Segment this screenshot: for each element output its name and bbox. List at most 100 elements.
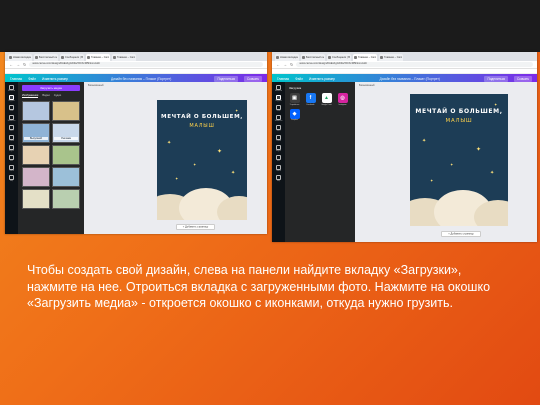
menu-file[interactable]: Файл bbox=[28, 77, 36, 81]
rail-item[interactable]: Элементы bbox=[7, 115, 16, 122]
rail-item[interactable]: Загрузки bbox=[7, 95, 16, 102]
browser-tab[interactable]: Главная – Canva bbox=[86, 54, 110, 61]
poster-design[interactable]: МЕЧТАЙ О БОЛЬШЕМ, МАЛЫШ ✦ ✦ ✦ ✦ ✦ ✦ bbox=[157, 100, 247, 220]
rail-icon bbox=[9, 165, 14, 170]
rail-item[interactable]: Текст bbox=[7, 125, 16, 132]
menu-resize[interactable]: Изменить размер bbox=[309, 77, 335, 81]
rail-item[interactable]: Видео bbox=[274, 145, 283, 152]
rail-item[interactable]: Папки bbox=[274, 165, 283, 172]
back-icon[interactable]: ← bbox=[9, 61, 13, 68]
uploaded-image-thumbnail[interactable] bbox=[22, 101, 50, 121]
uploaded-image-thumbnail[interactable] bbox=[22, 167, 50, 187]
uploaded-image-thumbnail[interactable] bbox=[52, 101, 80, 121]
tab-title: Сообщения | ВКонт… bbox=[65, 56, 83, 59]
menu-home[interactable]: Главная bbox=[277, 77, 289, 81]
poster-design[interactable]: МЕЧТАЙ О БОЛЬШЕМ, МАЛЫШ ✦ ✦ ✦ ✦ ✦ ✦ bbox=[410, 94, 508, 226]
rail-item[interactable]: Фото bbox=[274, 105, 283, 112]
url-field[interactable]: www.canva.com/design/DAEshgGhI4k/XDrXcM5… bbox=[29, 62, 263, 67]
browser-tab[interactable]: Главная – Canva bbox=[379, 54, 403, 61]
tab-audio[interactable]: Аудио bbox=[54, 94, 61, 98]
rail-icon bbox=[276, 125, 281, 130]
rail-item[interactable]: Ещё bbox=[274, 175, 283, 182]
thumbnail-caption: Выпускной bbox=[24, 137, 48, 140]
uploaded-image-thumbnail[interactable] bbox=[52, 189, 80, 209]
favicon-icon bbox=[380, 56, 383, 59]
rail-icon bbox=[9, 135, 14, 140]
browser-tab[interactable]: Бесплатный онлайн… bbox=[34, 54, 58, 61]
rail-item[interactable]: Ещё bbox=[7, 175, 16, 182]
star-icon: ✦ bbox=[167, 140, 172, 146]
tab-video[interactable]: Видео bbox=[42, 94, 50, 98]
uploaded-image-thumbnail[interactable] bbox=[22, 189, 50, 209]
rail-label: Ещё bbox=[276, 180, 281, 182]
back-icon[interactable]: ← bbox=[276, 61, 280, 68]
instruction-caption: Чтобы создать свой дизайн, слева на пане… bbox=[27, 263, 491, 310]
upload-source-facebook[interactable]: f Facebook bbox=[304, 93, 317, 106]
uploaded-image-thumbnail[interactable] bbox=[52, 167, 80, 187]
thumbnail-caption: Реклама bbox=[54, 137, 78, 140]
upload-media-button[interactable]: Загрузить медиа bbox=[22, 85, 80, 91]
add-page-button[interactable]: + Добавить страницу bbox=[84, 223, 267, 230]
source-app-label: Dropbox bbox=[291, 119, 298, 121]
top-dark-band bbox=[0, 0, 540, 52]
rail-item[interactable]: Фон bbox=[274, 155, 283, 162]
rail-label: Видео bbox=[276, 150, 281, 152]
star-icon: ✦ bbox=[193, 162, 197, 167]
rail-icon bbox=[9, 175, 14, 180]
tab-title: Бесплатный онлайн… bbox=[39, 56, 57, 59]
rail-icon bbox=[276, 105, 281, 110]
rail-item[interactable]: Шаблоны bbox=[274, 85, 283, 92]
upload-source-устройство[interactable]: ▣ Устройство bbox=[288, 93, 301, 106]
rail-item[interactable]: Элементы bbox=[274, 115, 283, 122]
rail-item[interactable]: Текст bbox=[274, 125, 283, 132]
rail-item[interactable]: Фото bbox=[7, 105, 16, 112]
upload-sources-grid: ▣ Устройство f Facebook ▲ Google Drive ◎ Instag… bbox=[285, 90, 355, 124]
menu-resize[interactable]: Изменить размер bbox=[42, 77, 68, 81]
reload-icon[interactable]: ↻ bbox=[23, 61, 26, 68]
rail-label: Фото bbox=[276, 110, 281, 112]
star-icon: ✦ bbox=[476, 147, 482, 153]
rail-label: Папки bbox=[276, 170, 281, 172]
browser-tab[interactable]: Главная – Canva bbox=[353, 54, 377, 61]
tab-images[interactable]: Изображения bbox=[22, 94, 39, 98]
menu-file[interactable]: Файл bbox=[295, 77, 303, 81]
browser-tab[interactable]: Главная – Canva bbox=[112, 54, 136, 61]
upload-source-google-drive[interactable]: ▲ Google Drive bbox=[320, 93, 333, 106]
rail-item[interactable]: Видео bbox=[7, 145, 16, 152]
browser-tab[interactable]: Сообщения | ВКонт… bbox=[327, 54, 351, 61]
upload-source-dropbox[interactable]: ◆ Dropbox bbox=[288, 108, 301, 121]
tab-title: Главная – Canva bbox=[384, 56, 402, 59]
uploaded-image-thumbnail[interactable]: Выпускной bbox=[22, 123, 50, 143]
rail-item[interactable]: Папки bbox=[7, 165, 16, 172]
forward-icon[interactable]: → bbox=[16, 61, 20, 68]
rail-item[interactable]: Стили bbox=[7, 135, 16, 142]
upload-source-instagram[interactable]: ◎ Instagram bbox=[336, 93, 349, 106]
rail-icon bbox=[276, 95, 281, 100]
rail-item[interactable]: Фон bbox=[7, 155, 16, 162]
document-title[interactable]: Дизайн без названия – Плакат (Портрет) bbox=[341, 77, 478, 81]
document-title[interactable]: Дизайн без названия – Плакат (Портрет) bbox=[74, 77, 208, 81]
menu-home[interactable]: Главная bbox=[10, 77, 22, 81]
star-icon: ✦ bbox=[175, 176, 179, 181]
rail-item[interactable]: Стили bbox=[274, 135, 283, 142]
forward-icon[interactable]: → bbox=[283, 61, 287, 68]
browser-tab[interactable]: Новая вкладка bbox=[275, 54, 299, 61]
uploaded-image-thumbnail[interactable]: Реклама bbox=[52, 123, 80, 143]
rail-icon bbox=[9, 125, 14, 130]
browser-tab[interactable]: Бесплатный онлайн… bbox=[301, 54, 325, 61]
uploaded-image-thumbnail[interactable] bbox=[52, 145, 80, 165]
rail-icon bbox=[276, 175, 281, 180]
source-app-label: Устройство bbox=[289, 103, 300, 106]
rail-item[interactable]: Шаблоны bbox=[7, 85, 16, 92]
url-field[interactable]: www.canva.com/design/DAEshgGhI4k/XDrXcM5… bbox=[296, 62, 533, 67]
uploads-panel: Загрузить медиа Изображения Видео Аудио … bbox=[18, 82, 84, 234]
rail-item[interactable]: Загрузки bbox=[274, 95, 283, 102]
uploaded-image-thumbnail[interactable] bbox=[22, 145, 50, 165]
browser-tab[interactable]: Сообщения | ВКонт… bbox=[60, 54, 84, 61]
reload-icon[interactable]: ↻ bbox=[290, 61, 293, 68]
rail-label: Фон bbox=[10, 160, 13, 162]
rail-label: Шаблоны bbox=[7, 90, 16, 92]
browser-tab[interactable]: Новая вкладка bbox=[8, 54, 32, 61]
favicon-icon bbox=[276, 56, 279, 59]
add-page-button[interactable]: + Добавить страницу bbox=[355, 230, 537, 237]
